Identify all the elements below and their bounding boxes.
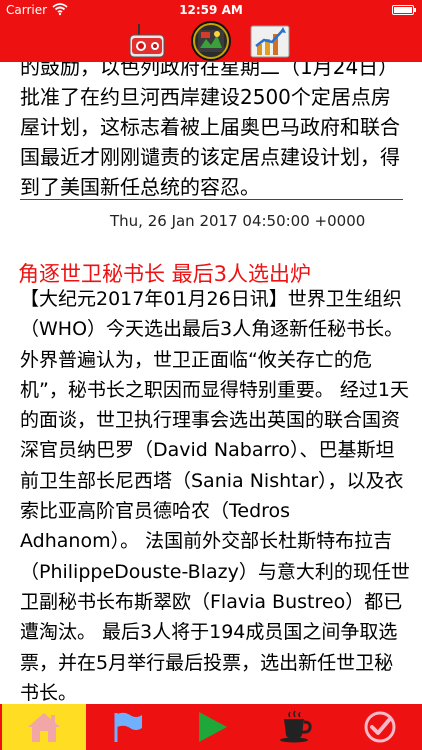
tab-bar [0,704,422,750]
top-bar: Carrier 12:59 AM [0,0,422,62]
play-icon [199,712,227,742]
tab-check[interactable] [338,704,422,750]
article-body: 【大纪元2017年01月26日讯】世界卫生组织（WHO）今天选出最后3人角逐新任… [20,288,410,704]
radio-button[interactable] [127,22,167,58]
battery-level [394,7,412,13]
article-divider [20,199,403,200]
home-icon [28,713,60,742]
flag-icon [114,712,142,742]
previous-article-date: Thu, 26 Jan 2017 04:50:00 +0000 [110,212,366,230]
previous-article-text: 的鼓励，以色列政府在星期二（1月24日）批准了在约旦河西岸建设2500个定居点房… [20,62,400,199]
tab-coffee[interactable] [254,704,338,750]
chart-icon [250,25,290,58]
article-feed[interactable]: 的鼓励，以色列政府在星期二（1月24日）批准了在约旦河西岸建设2500个定居点房… [0,62,422,704]
battery-icon [392,5,416,15]
globe-icon [191,21,231,61]
tab-flag[interactable] [86,704,170,750]
tab-play[interactable] [170,704,254,750]
status-bar: Carrier 12:59 AM [0,0,422,20]
radio-icon [129,24,165,58]
tab-home[interactable] [2,704,86,750]
globe-button[interactable] [190,20,232,62]
chart-button[interactable] [250,22,290,58]
coffee-cup-icon [280,710,312,743]
clock: 12:59 AM [179,3,243,17]
checkmark-icon [364,711,396,743]
